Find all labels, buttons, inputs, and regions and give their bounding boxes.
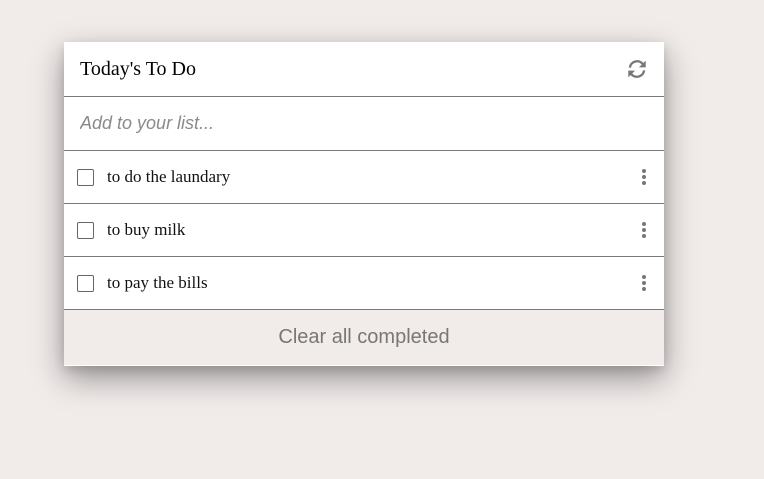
clear-completed-button[interactable]: Clear all completed <box>64 310 664 365</box>
item-label: to do the laundary <box>107 167 231 186</box>
item-checkbox[interactable] <box>77 221 94 239</box>
add-item-input[interactable] <box>80 113 648 134</box>
item-checkbox[interactable] <box>77 274 94 292</box>
page-title: Today's To Do <box>80 57 196 80</box>
more-vertical-icon[interactable] <box>638 273 650 293</box>
todo-card: Today's To Do to do the laundary to buy … <box>64 42 664 366</box>
clear-completed-label: Clear all completed <box>278 326 450 348</box>
todo-header: Today's To Do <box>64 42 664 97</box>
more-vertical-icon[interactable] <box>638 220 650 240</box>
more-vertical-icon[interactable] <box>638 167 650 187</box>
item-label: to buy milk <box>107 220 186 239</box>
list-item: to pay the bills <box>64 257 664 310</box>
add-item-row <box>64 97 664 151</box>
list-item: to do the laundary <box>64 151 664 204</box>
item-checkbox[interactable] <box>77 168 94 186</box>
item-label: to pay the bills <box>107 273 208 292</box>
refresh-icon[interactable] <box>625 57 649 81</box>
list-item: to buy milk <box>64 204 664 257</box>
